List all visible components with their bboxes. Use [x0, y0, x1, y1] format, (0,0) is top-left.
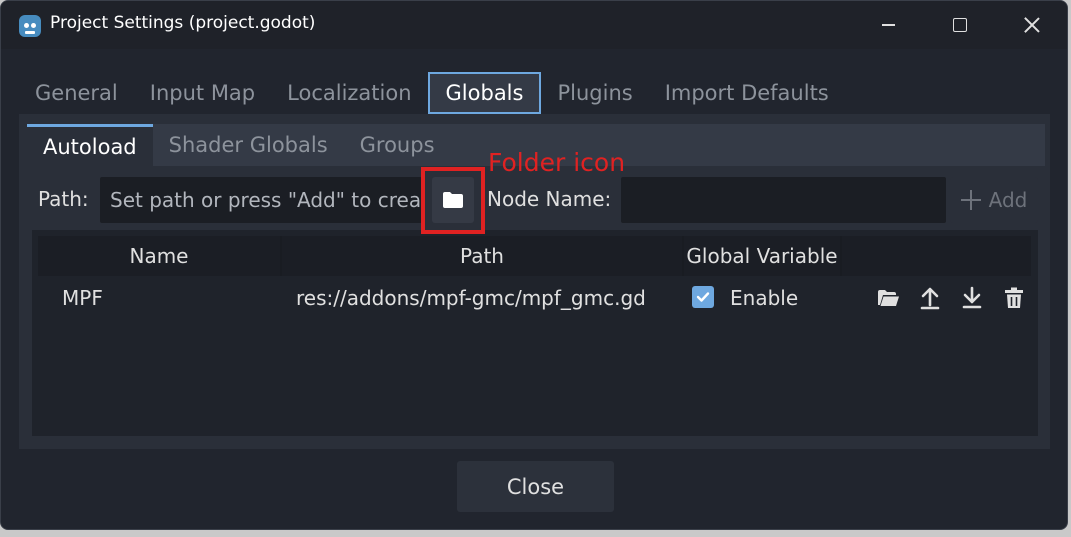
- tab-autoload[interactable]: Autoload: [27, 124, 153, 166]
- tab-localization[interactable]: Localization: [271, 72, 427, 114]
- move-up-icon[interactable]: [918, 286, 942, 310]
- enable-checkbox[interactable]: [692, 286, 714, 308]
- close-window-button[interactable]: [1009, 1, 1055, 49]
- minimize-button[interactable]: [865, 1, 911, 49]
- column-header-path[interactable]: Path: [282, 236, 682, 276]
- column-header-name[interactable]: Name: [38, 236, 280, 276]
- add-button-label: Add: [988, 188, 1028, 212]
- window-title: Project Settings (project.godot): [50, 13, 316, 33]
- tab-general[interactable]: General: [19, 72, 134, 114]
- tab-import-defaults[interactable]: Import Defaults: [649, 72, 845, 114]
- add-button[interactable]: Add: [950, 177, 1038, 223]
- tab-shader-globals[interactable]: Shader Globals: [153, 124, 344, 166]
- close-icon: [1024, 17, 1040, 33]
- annotation-highlight-box: [421, 167, 485, 234]
- column-header-actions: [842, 236, 1031, 276]
- tab-groups[interactable]: Groups: [344, 124, 451, 166]
- autoload-table: Name Path Global Variable: [32, 230, 1038, 436]
- tab-input-map[interactable]: Input Map: [134, 72, 271, 114]
- node-name-input[interactable]: [621, 177, 946, 223]
- settings-tab-bar: General Input Map Localization Globals P…: [19, 72, 1050, 114]
- enable-label: Enable: [730, 286, 799, 310]
- column-header-global-variable[interactable]: Global Variable: [684, 236, 840, 276]
- godot-icon: [19, 15, 41, 37]
- maximize-icon: [953, 18, 967, 32]
- tab-plugins[interactable]: Plugins: [541, 72, 648, 114]
- plus-icon: [960, 190, 981, 210]
- open-folder-icon[interactable]: [876, 286, 900, 310]
- path-input[interactable]: Set path or press "Add" to crea: [100, 177, 422, 223]
- autoload-name[interactable]: MPF: [62, 286, 103, 310]
- maximize-button[interactable]: [937, 1, 983, 49]
- node-name-label: Node Name:: [487, 187, 612, 211]
- title-bar[interactable]: Project Settings (project.godot): [1, 1, 1067, 49]
- path-label: Path:: [38, 187, 89, 211]
- move-down-icon[interactable]: [960, 286, 984, 310]
- minimize-icon: [881, 24, 895, 26]
- checkmark-icon: [696, 292, 710, 302]
- close-button[interactable]: Close: [457, 461, 614, 512]
- tab-globals[interactable]: Globals: [427, 72, 542, 114]
- trash-icon[interactable]: [1002, 286, 1026, 310]
- autoload-path[interactable]: res://addons/mpf-gmc/mpf_gmc.gd: [296, 286, 646, 310]
- table-header: Name Path Global Variable: [38, 236, 1031, 276]
- annotation-label: Folder icon: [488, 148, 626, 177]
